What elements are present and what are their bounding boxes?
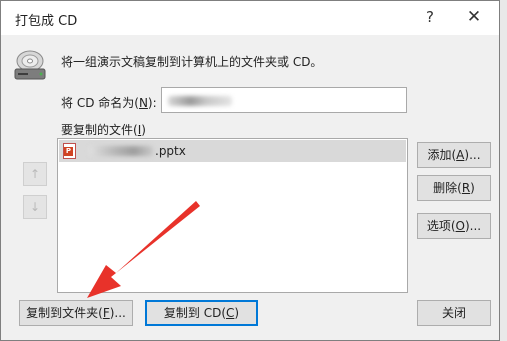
title-bar: 打包成 CD ? ✕: [1, 1, 499, 35]
file-name: .pptx: [155, 144, 186, 158]
powerpoint-file-icon: P: [63, 143, 76, 159]
dialog-title: 打包成 CD: [15, 14, 78, 29]
blurred-file-name: [89, 146, 153, 156]
arrow-up-icon: ↑: [29, 167, 41, 181]
add-button[interactable]: 添加(A)...: [417, 142, 491, 168]
copy-to-cd-button[interactable]: 复制到 CD(C): [145, 300, 258, 326]
cd-name-input[interactable]: [161, 87, 407, 113]
close-button[interactable]: 关闭: [417, 300, 491, 326]
remove-button[interactable]: 删除(R): [417, 175, 491, 201]
close-icon[interactable]: ✕: [461, 6, 487, 28]
copy-to-folder-button[interactable]: 复制到文件夹(F)...: [19, 300, 133, 326]
blurred-cd-name: [168, 96, 232, 106]
cd-drive-icon: [14, 50, 46, 80]
move-down-button[interactable]: ↓: [23, 195, 47, 219]
package-for-cd-dialog: 打包成 CD ? ✕ 将一组演示文稿复制到计算机上的文件夹或 CD。 将 CD …: [0, 0, 500, 341]
dialog-description: 将一组演示文稿复制到计算机上的文件夹或 CD。: [61, 55, 323, 69]
files-to-copy-label: 要复制的文件(I): [61, 123, 146, 137]
list-item[interactable]: P .pptx: [59, 140, 406, 162]
move-up-button[interactable]: ↑: [23, 162, 47, 186]
file-list[interactable]: P .pptx: [57, 138, 408, 293]
cd-name-label: 将 CD 命名为(N):: [61, 96, 157, 110]
options-button[interactable]: 选项(O)...: [417, 213, 491, 239]
arrow-down-icon: ↓: [29, 200, 41, 214]
help-button[interactable]: ?: [417, 6, 443, 28]
